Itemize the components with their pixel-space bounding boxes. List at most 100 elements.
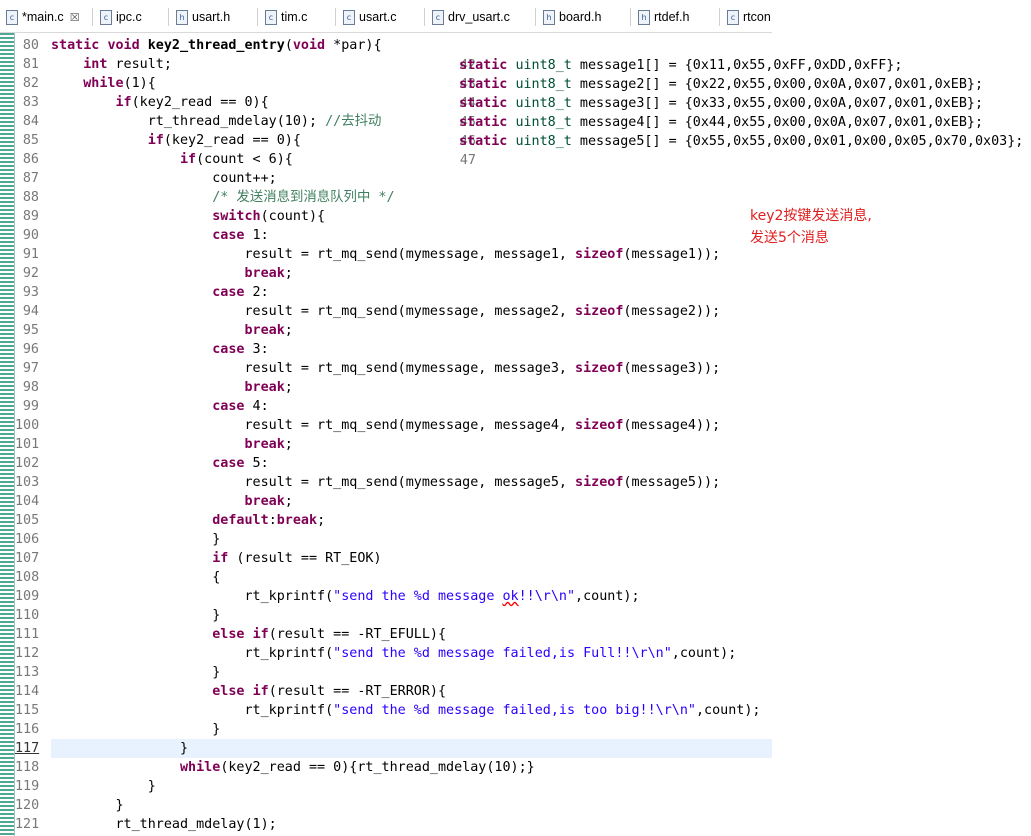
line-number: 91	[22, 247, 39, 262]
code-text: }	[51, 798, 124, 813]
tab-label: usart.h	[192, 10, 231, 24]
line-number: 85	[22, 133, 39, 148]
code-text: break;	[244, 494, 293, 509]
tab-drv-usart-c[interactable]: c drv_usart.c	[432, 6, 510, 28]
line-number: 94	[22, 304, 39, 319]
tab-board-h[interactable]: h board.h	[543, 6, 601, 28]
code-text: static uint8_t message1[] = {0x11,0x55,0…	[459, 58, 903, 73]
line-number: 86	[22, 152, 39, 167]
code-text: result = rt_mq_send(mymessage, message2,…	[51, 304, 721, 319]
code-text: break;	[244, 323, 293, 338]
annotation-line-2: 发送5个消息	[750, 230, 829, 246]
tab-separator	[92, 8, 93, 26]
code-text: switch(count){	[212, 209, 326, 224]
code-text: case 5:	[212, 456, 269, 471]
tab-separator	[535, 8, 536, 26]
tab-tim-c[interactable]: c tim.c	[265, 6, 307, 28]
code-text: case 1:	[212, 228, 269, 243]
tab-rtcon[interactable]: c rtcon	[727, 6, 771, 28]
c-file-icon: c	[343, 10, 355, 26]
line-number: 107	[15, 551, 40, 566]
tab-separator	[335, 8, 336, 26]
line-number: 47	[459, 153, 476, 168]
tab-label: rtcon	[743, 10, 771, 24]
line-number: 112	[15, 646, 40, 661]
line-number: 96	[22, 342, 39, 357]
line-number: 121	[15, 817, 40, 832]
code-text: result = rt_mq_send(mymessage, message4,…	[51, 418, 721, 433]
annotation-line-1: key2按键发送消息,	[750, 208, 872, 224]
line-number: 104	[15, 494, 40, 509]
line-number: 88	[22, 190, 39, 205]
line-number: 83	[22, 95, 39, 110]
code-text: rt_thread_mdelay(10); //去抖动	[51, 114, 382, 129]
code-text: while(1){	[83, 76, 156, 91]
c-file-icon: c	[727, 10, 739, 26]
line-number: 102	[15, 456, 40, 471]
tab-label: rtdef.h	[654, 10, 690, 24]
code-text: }	[51, 608, 221, 623]
code-text: }	[51, 665, 221, 680]
code-text: }	[51, 779, 156, 794]
line-number: 111	[15, 627, 40, 642]
line-number: 89	[22, 209, 39, 224]
tab-main-c[interactable]: c *main.c ☒	[6, 6, 80, 28]
code-text: static uint8_t message5[] = {0x55,0x55,0…	[459, 134, 1024, 149]
line-number: 84	[22, 114, 39, 129]
c-file-icon: c	[265, 10, 277, 26]
code-text: }	[51, 722, 221, 737]
code-text: if (result == RT_EOK)	[212, 551, 382, 566]
tab-ipc-c[interactable]: c ipc.c	[100, 6, 142, 28]
tab-rtdef-h[interactable]: h rtdef.h	[638, 6, 689, 28]
code-text: if(key2_read == 0){	[115, 95, 269, 110]
code-text: rt_thread_mdelay(1);	[51, 817, 277, 832]
tab-label: board.h	[559, 10, 602, 24]
code-text: case 3:	[212, 342, 269, 357]
annotation-note: key2按键发送消息, 发送5个消息	[750, 205, 872, 249]
line-number: 97	[22, 361, 39, 376]
c-file-icon: c	[6, 10, 18, 26]
code-text: result = rt_mq_send(mymessage, message5,…	[51, 475, 721, 490]
code-text: static uint8_t message3[] = {0x33,0x55,0…	[459, 96, 984, 111]
close-icon[interactable]: ☒	[70, 12, 80, 24]
code-text: else if(result == -RT_ERROR){	[212, 684, 447, 699]
tab-label: tim.c	[281, 10, 308, 24]
header-file-icon: h	[176, 10, 188, 26]
editor-tab-bar: c *main.c ☒ c ipc.c h usart.h c tim.c c usart.c c dr…	[0, 0, 772, 33]
line-number: 103	[15, 475, 40, 490]
code-text: /* 发送消息到消息队列中 */	[212, 190, 395, 205]
line-number: 116	[15, 722, 40, 737]
header-file-icon: h	[638, 10, 650, 26]
code-text: result = rt_mq_send(mymessage, message1,…	[51, 247, 721, 262]
line-number: 117	[15, 741, 40, 756]
line-number: 115	[15, 703, 40, 718]
line-number: 110	[15, 608, 40, 623]
code-text: static uint8_t message4[] = {0x44,0x55,0…	[459, 115, 984, 130]
code-text: case 2:	[212, 285, 269, 300]
code-text: else if(result == -RT_EFULL){	[212, 627, 447, 642]
c-file-icon: c	[432, 10, 444, 26]
tab-separator	[424, 8, 425, 26]
code-text: }	[51, 741, 189, 756]
line-number: 120	[15, 798, 40, 813]
code-snippet-overlay: 42 static uint8_t message1[] = {0x11,0x55…	[456, 42, 1031, 170]
code-text: {	[51, 570, 221, 585]
line-number: 82	[22, 76, 39, 91]
line-number: 113	[15, 665, 40, 680]
code-text: static uint8_t message2[] = {0x22,0x55,0…	[459, 77, 984, 92]
line-number: 114	[15, 684, 40, 699]
code-text: if(count < 6){	[180, 152, 293, 167]
c-file-icon: c	[100, 10, 112, 26]
tab-label: usart.c	[359, 10, 397, 24]
line-number: 87	[22, 171, 39, 186]
header-file-icon: h	[543, 10, 555, 26]
code-text: break;	[244, 380, 293, 395]
tab-usart-h[interactable]: h usart.h	[176, 6, 230, 28]
line-number: 80	[22, 38, 39, 53]
code-text: int result;	[83, 57, 172, 72]
line-number: 95	[22, 323, 39, 338]
code-text: case 4:	[212, 399, 269, 414]
tab-usart-c[interactable]: c usart.c	[343, 6, 397, 28]
code-text: break;	[244, 266, 293, 281]
code-text: rt_kprintf("send the %d message ok!!\r\n…	[51, 589, 640, 604]
